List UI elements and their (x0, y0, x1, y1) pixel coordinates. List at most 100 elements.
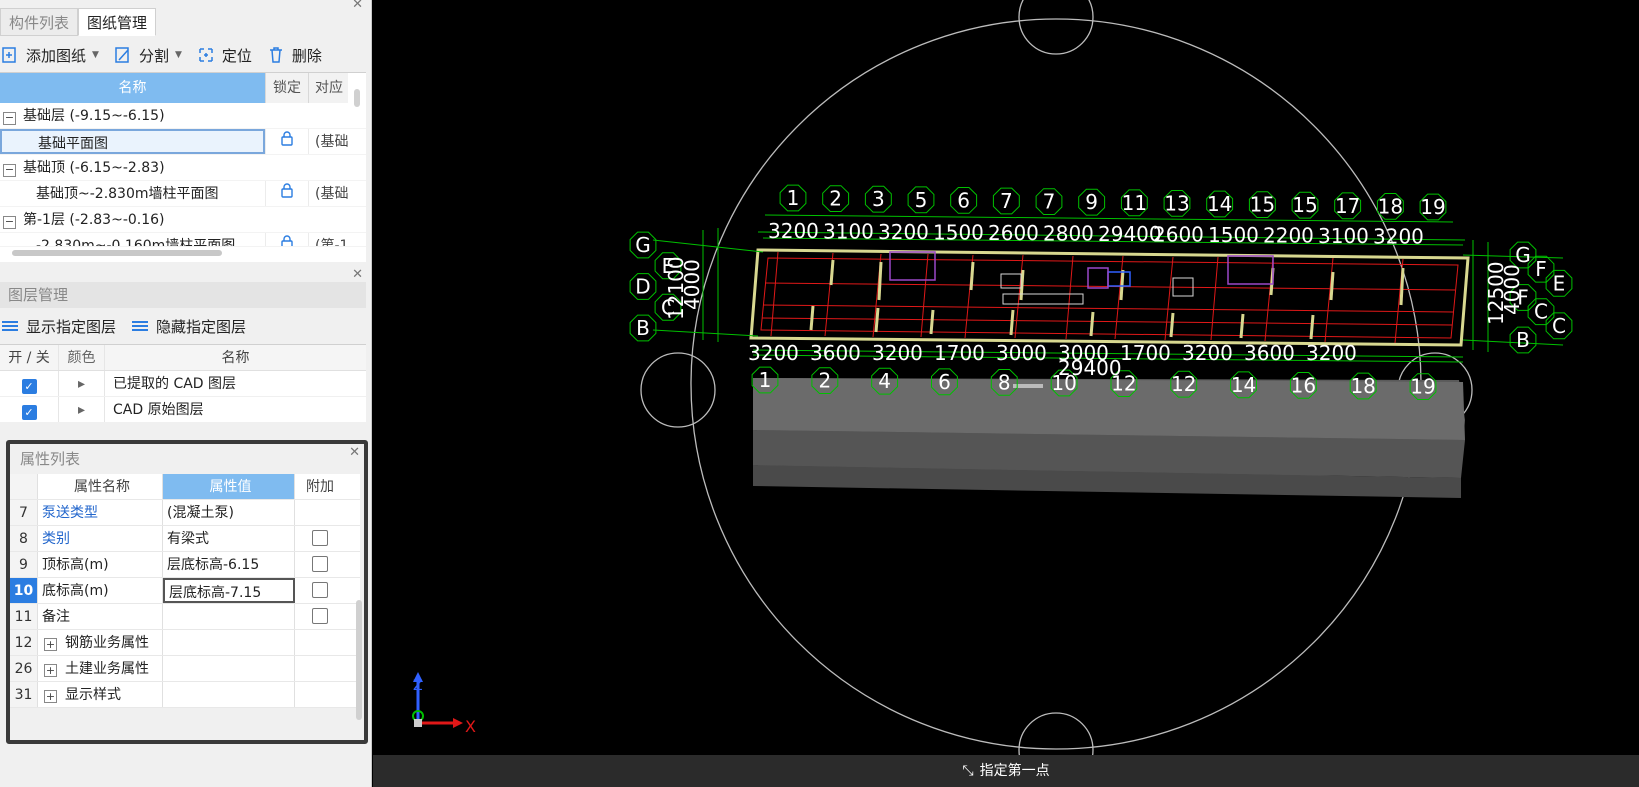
cad-canvas[interactable]: 1 2 3 5 6 7 7 9 11 13 14 15 15 17 18 191 2 4 6 8 10 12 12 14 16 1… (373, 0, 1639, 787)
grid-bubble-right: C (1527, 298, 1555, 326)
collapse-icon[interactable]: − (3, 164, 16, 177)
grid-bubble-top: 18 (1376, 193, 1404, 220)
tree-group-row[interactable]: − 第-1层 (-2.83~-0.16) (0, 207, 366, 233)
dimension-text: 3200 (878, 220, 929, 244)
property-value[interactable] (163, 604, 295, 629)
tab-component-list[interactable]: 构件列表 (0, 8, 79, 36)
layer-visible-checkbox[interactable]: ✓ (21, 405, 37, 420)
property-name-link[interactable]: 泵送类型 (38, 500, 163, 525)
tree-group-row[interactable]: − 基础顶 (-6.15~-2.83) (0, 155, 366, 181)
property-row-selected[interactable]: 10 底标高(m) 层底标高-7.15 (10, 578, 360, 604)
property-group-row[interactable]: 26 + 土建业务属性 (10, 656, 360, 682)
tree-horizontal-scrollbar[interactable] (12, 250, 222, 256)
grid-bubble-label: C (1552, 314, 1566, 338)
property-panel-close-icon[interactable]: ✕ (349, 446, 360, 460)
tree-item-row[interactable]: -2.830m~-0.160m墙柱平面图 (第-1 (0, 233, 366, 247)
dimension-text: 3600 (810, 341, 861, 365)
extra-checkbox[interactable] (312, 556, 328, 572)
drawing-table-header: 名称 锁定 对应 (0, 73, 366, 103)
row-index: 31 (10, 682, 38, 707)
layer-panel-close-icon[interactable]: ✕ (352, 268, 363, 282)
property-row[interactable]: 7 泵送类型 (混凝土泵) (10, 500, 360, 526)
dimension-text: 3000 (996, 341, 1047, 365)
left-sidebar: ✕ 构件列表 图纸管理 添加图纸 ▼ 分割 ▼ 定位 删除 名称 锁定 对应 −… (0, 0, 372, 787)
tree-group-row[interactable]: − 基础层 (-9.15~-6.15) (0, 103, 366, 129)
collapse-icon[interactable]: − (3, 112, 16, 125)
grid-bubble-label: 19 (1410, 375, 1435, 399)
lock-icon[interactable] (279, 182, 295, 198)
property-row[interactable]: 11 备注 (10, 604, 360, 630)
add-drawing-chevron-down-icon[interactable]: ▼ (92, 50, 99, 60)
expand-plus-icon[interactable]: + (44, 690, 57, 703)
property-group-row[interactable]: 12 + 钢筋业务属性 (10, 630, 360, 656)
add-drawing-icon (2, 47, 16, 63)
delete-button[interactable]: 删除 (266, 45, 322, 66)
expand-arrow-icon[interactable]: ▸ (78, 376, 85, 392)
property-value-editor[interactable]: 层底标高-7.15 (163, 578, 295, 603)
row-index: 9 (10, 552, 38, 577)
tab-drawing-management[interactable]: 图纸管理 (78, 8, 157, 36)
expand-plus-icon[interactable]: + (44, 638, 57, 651)
grid-bubble-top: 15 (1291, 191, 1319, 219)
grid-bubble-bottom: 12 (1170, 370, 1198, 398)
tree-vertical-scrollbar[interactable] (354, 89, 360, 107)
add-drawing-button[interactable]: 添加图纸 ▼ (0, 45, 99, 66)
tree-item-label: 基础顶~-2.830m墙柱平面图 (36, 186, 219, 202)
orbit-handle-left[interactable] (640, 352, 716, 428)
row-index: 8 (10, 526, 38, 551)
dimension-text: 3200 (872, 341, 923, 365)
grid-bubble-bottom: 18 (1349, 372, 1377, 400)
extra-checkbox[interactable] (312, 582, 328, 598)
lock-icon[interactable] (279, 130, 295, 146)
show-layer-button[interactable]: 显示指定图层 (0, 316, 116, 337)
property-row[interactable]: 9 顶标高(m) 层底标高-6.15 (10, 552, 360, 578)
tree-item-row[interactable]: 基础平面图 (基础 (0, 129, 366, 155)
locate-button[interactable]: 定位 (196, 45, 252, 66)
property-value[interactable]: 层底标高-6.15 (163, 552, 295, 577)
tree-item-row[interactable]: 基础顶~-2.830m墙柱平面图 (基础 (0, 181, 366, 207)
axis-x-label: X (465, 717, 476, 736)
grid-bubble-label: 13 (1164, 191, 1189, 215)
property-name-link[interactable]: 类别 (38, 526, 163, 551)
property-value[interactable]: 有梁式 (163, 526, 295, 551)
property-row[interactable]: 8 类别 有梁式 (10, 526, 360, 552)
property-vertical-scrollbar[interactable] (356, 600, 362, 720)
extra-checkbox[interactable] (312, 608, 328, 624)
grid-bubble-label: 5 (915, 188, 928, 212)
grid-bubble-right: G (1509, 241, 1537, 269)
drawing-panel-close-icon[interactable]: ✕ (352, 0, 363, 12)
collapse-icon[interactable]: − (3, 216, 16, 229)
property-panel: ✕ 属性列表 属性名称 属性值 附加 7 泵送类型 (混凝土泵) 8 类别 有梁… (6, 440, 368, 744)
dimension-text: 1500 (933, 221, 984, 245)
grid-bubble-left: G (629, 231, 657, 259)
grid-bubble-top: 14 (1206, 190, 1234, 218)
split-chevron-down-icon[interactable]: ▼ (175, 50, 182, 60)
grid-bubble-label: 6 (957, 188, 970, 212)
dimension-text: 3100 (1318, 224, 1369, 248)
column-header-map[interactable]: 对应 (308, 73, 348, 103)
property-value (163, 630, 295, 655)
property-group-row[interactable]: 31 + 显示样式 (10, 682, 360, 708)
expand-plus-icon[interactable]: + (44, 664, 57, 677)
grid-bubble-label: 9 (1085, 190, 1098, 214)
grid-bubble-top: 1 (779, 184, 807, 212)
hide-layer-button[interactable]: 隐藏指定图层 (130, 316, 246, 337)
dimension-text: 29400 (1058, 356, 1122, 380)
property-value[interactable]: (混凝土泵) (163, 500, 295, 525)
column-header-lock[interactable]: 锁定 (265, 73, 308, 103)
tree-item-label: -2.830m~-0.160m墙柱平面图 (36, 238, 236, 246)
expand-arrow-icon[interactable]: ▸ (78, 402, 85, 418)
lock-icon[interactable] (279, 234, 295, 247)
column-header-color: 颜色 (58, 345, 104, 370)
property-name: 顶标高(m) (38, 552, 163, 577)
cad-viewport[interactable]: 1 2 3 5 6 7 7 9 11 13 14 15 15 17 18 19 1 2 4 6 8 10 12 12 14 16 1… (373, 0, 1639, 787)
extra-checkbox[interactable] (312, 530, 328, 546)
split-button[interactable]: 分割 ▼ (113, 45, 182, 66)
tree-group-label: 基础层 (-9.15~-6.15) (23, 108, 165, 124)
layer-visible-checkbox[interactable]: ✓ (21, 379, 37, 394)
orbit-handle-top[interactable] (1018, 0, 1094, 55)
trash-icon (269, 47, 282, 63)
property-value (163, 682, 295, 707)
column-header-name[interactable]: 名称 (0, 73, 265, 103)
property-name: 备注 (38, 604, 163, 629)
